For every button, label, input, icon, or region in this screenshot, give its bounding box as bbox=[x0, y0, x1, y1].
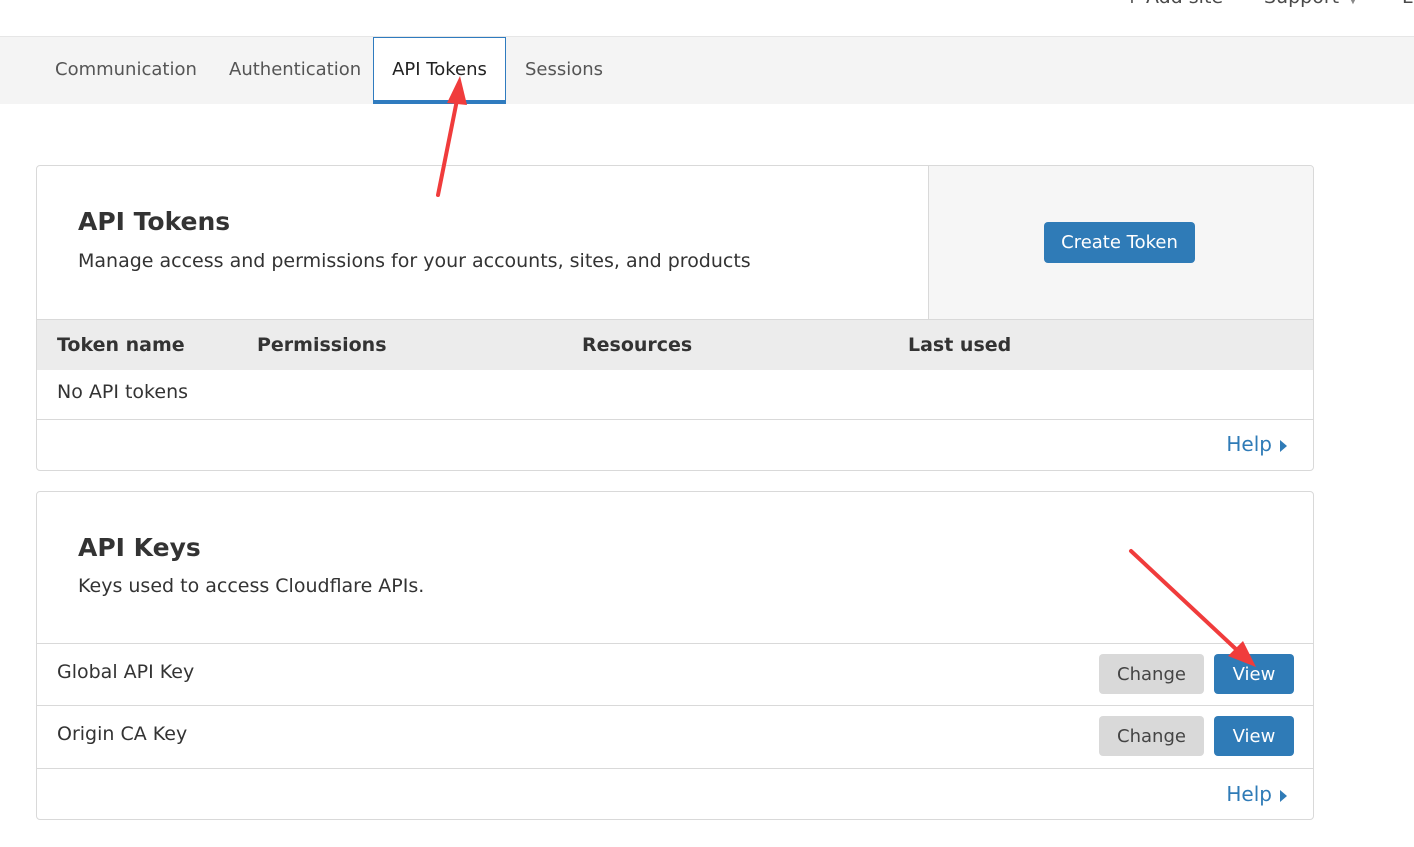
column-permissions: Permissions bbox=[257, 334, 387, 356]
api-keys-description: Keys used to access Cloudflare APIs. bbox=[78, 575, 425, 597]
tab-communication[interactable]: Communication bbox=[55, 37, 197, 104]
account-menu-clipped[interactable]: L bbox=[1402, 0, 1413, 8]
divider bbox=[37, 419, 1313, 420]
profile-tabs: Communication Authentication API Tokens … bbox=[0, 37, 1414, 104]
api-tokens-help-link[interactable]: Help bbox=[1226, 432, 1287, 456]
origin-ca-key-label: Origin CA Key bbox=[57, 723, 188, 745]
support-menu[interactable]: Support ▼ bbox=[1264, 0, 1357, 8]
api-tokens-title: API Tokens bbox=[78, 207, 231, 236]
add-site-link[interactable]: + Add site bbox=[1124, 0, 1223, 8]
divider bbox=[37, 705, 1313, 706]
create-token-panel: Create Token bbox=[928, 166, 1313, 319]
tokens-table-header: Token name Permissions Resources Last us… bbox=[37, 319, 1313, 370]
tab-authentication[interactable]: Authentication bbox=[229, 37, 361, 104]
global-api-key-change-button[interactable]: Change bbox=[1099, 654, 1204, 694]
divider bbox=[37, 768, 1313, 769]
help-label: Help bbox=[1226, 782, 1272, 806]
tokens-empty-state: No API tokens bbox=[57, 381, 189, 403]
create-token-button[interactable]: Create Token bbox=[1044, 222, 1195, 263]
api-keys-help-link[interactable]: Help bbox=[1226, 782, 1287, 806]
column-resources: Resources bbox=[582, 334, 693, 356]
global-api-key-view-button[interactable]: View bbox=[1214, 654, 1294, 694]
api-tokens-description: Manage access and permissions for your a… bbox=[78, 250, 751, 272]
divider bbox=[37, 643, 1313, 644]
api-keys-card: API Keys Keys used to access Cloudflare … bbox=[36, 491, 1314, 820]
chevron-down-icon: ▼ bbox=[1349, 0, 1357, 6]
global-api-key-label: Global API Key bbox=[57, 661, 195, 683]
support-label: Support bbox=[1264, 0, 1339, 8]
top-navigation-bar: + Add site Support ▼ L bbox=[0, 0, 1414, 37]
api-tokens-card: API Tokens Manage access and permissions… bbox=[36, 165, 1314, 471]
help-label: Help bbox=[1226, 432, 1272, 456]
api-keys-title: API Keys bbox=[78, 533, 201, 562]
column-token-name: Token name bbox=[57, 334, 185, 356]
caret-right-icon bbox=[1280, 439, 1287, 452]
origin-ca-key-change-button[interactable]: Change bbox=[1099, 716, 1204, 756]
origin-ca-key-view-button[interactable]: View bbox=[1214, 716, 1294, 756]
tab-sessions[interactable]: Sessions bbox=[525, 37, 603, 104]
caret-right-icon bbox=[1280, 789, 1287, 802]
column-last-used: Last used bbox=[908, 334, 1012, 356]
tab-api-tokens[interactable]: API Tokens bbox=[373, 37, 506, 104]
